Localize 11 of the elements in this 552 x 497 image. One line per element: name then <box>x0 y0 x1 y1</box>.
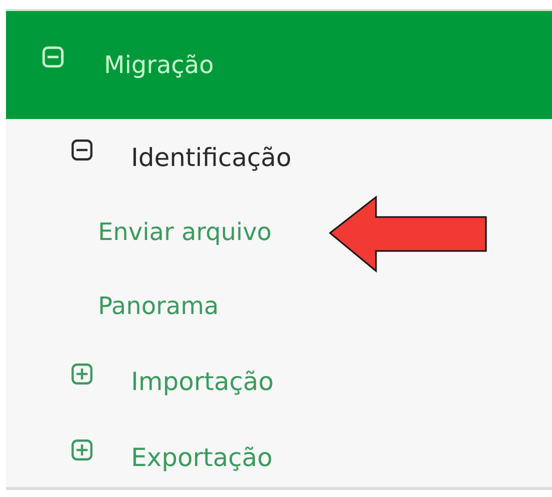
menu-item[interactable]: Identificação <box>6 119 552 195</box>
menu-item[interactable]: Importação <box>6 343 552 419</box>
collapse-icon[interactable] <box>71 139 93 161</box>
menu-link[interactable]: Enviar arquivo <box>6 195 552 269</box>
menu-header[interactable]: Migração <box>6 11 552 119</box>
expand-icon[interactable] <box>71 363 93 385</box>
menu-link[interactable]: Panorama <box>6 269 552 343</box>
expand-icon[interactable] <box>71 439 93 461</box>
menu-title: Migração <box>104 51 214 79</box>
menu-item[interactable]: Exportação <box>6 419 552 495</box>
arrow-icon <box>328 195 490 275</box>
